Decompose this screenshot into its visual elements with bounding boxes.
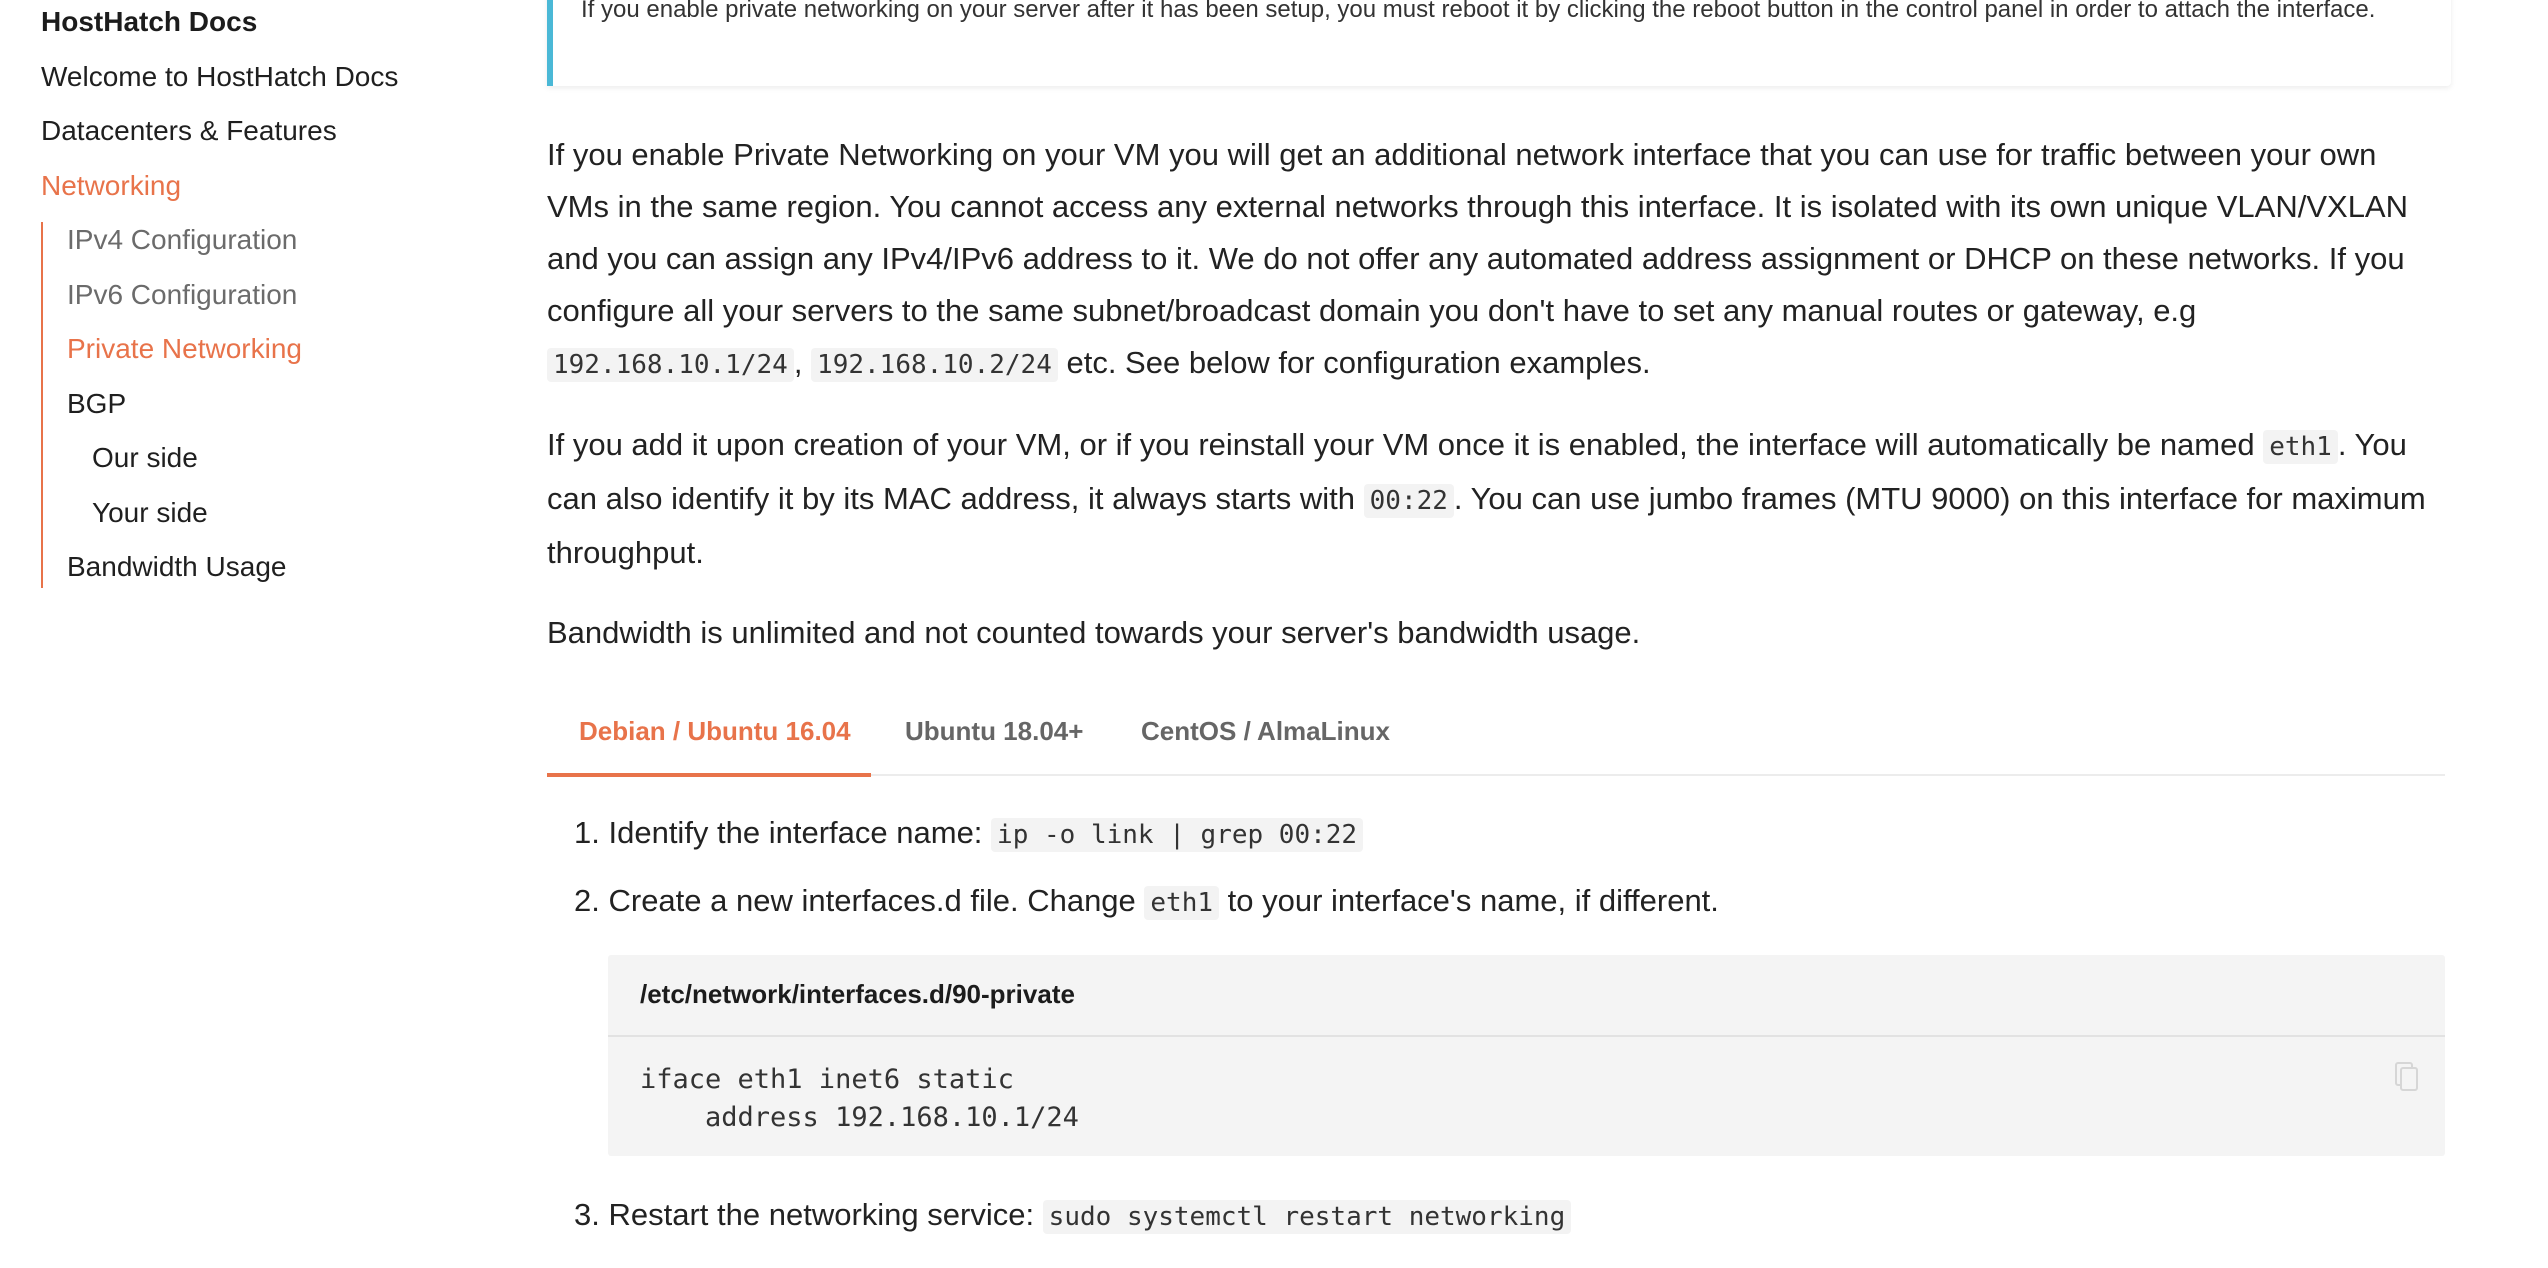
sidebar-item-welcome[interactable]: Welcome to HostHatch Docs	[41, 60, 398, 94]
sidebar-item-private-networking[interactable]: Private Networking	[67, 332, 302, 366]
inline-code: sudo systemctl restart networking	[1042, 1200, 1572, 1234]
step-number: 1.	[574, 815, 600, 850]
os-tabs: Debian / Ubuntu 16.04 Ubuntu 18.04+ Cent…	[547, 700, 2445, 777]
inline-code: eth1	[1144, 886, 1220, 920]
tab-debian-ubuntu-1604[interactable]: Debian / Ubuntu 16.04	[579, 716, 851, 747]
sidebar-section-indicator	[41, 222, 43, 588]
sidebar-item-our-side[interactable]: Our side	[92, 441, 198, 475]
text: etc. See below for configuration example…	[1057, 345, 1651, 380]
text: Identify the interface name:	[608, 815, 992, 850]
tab-centos-almalinux[interactable]: CentOS / AlmaLinux	[1141, 716, 1390, 747]
inline-code: 192.168.10.2/24	[811, 348, 1058, 382]
sidebar-item-bandwidth-usage[interactable]: Bandwidth Usage	[67, 550, 286, 584]
text: Restart the networking service:	[608, 1197, 1043, 1232]
step-2: 2. Create a new interfaces.d file. Chang…	[574, 875, 1719, 929]
step-number: 2.	[574, 883, 600, 918]
sidebar-item-networking[interactable]: Networking	[41, 169, 181, 203]
sidebar-title[interactable]: HostHatch Docs	[41, 6, 257, 38]
step-number: 3.	[574, 1197, 600, 1232]
sidebar-item-bgp[interactable]: BGP	[67, 387, 126, 421]
paragraph-interface-name: If you add it upon creation of your VM, …	[547, 419, 2447, 579]
sidebar-item-ipv6[interactable]: IPv6 Configuration	[67, 278, 297, 312]
text: Create a new interfaces.d file. Change	[608, 883, 1145, 918]
inline-code: 00:22	[1363, 484, 1454, 518]
text: If you enable Private Networking on your…	[547, 137, 2408, 328]
sidebar-item-datacenters[interactable]: Datacenters & Features	[41, 114, 337, 148]
copy-icon[interactable]	[2395, 1062, 2419, 1092]
tab-ubuntu-1804[interactable]: Ubuntu 18.04+	[905, 716, 1083, 747]
divider	[608, 1035, 2445, 1037]
inline-code: ip -o link | grep 00:22	[991, 818, 1364, 852]
step-3: 3. Restart the networking service: sudo …	[574, 1189, 1572, 1243]
sidebar-item-your-side[interactable]: Your side	[92, 496, 208, 530]
reboot-callout: If you enable private networking on your…	[547, 0, 2451, 86]
text: ,	[793, 345, 812, 380]
text: to your interface's name, if different.	[1219, 883, 1719, 918]
code-content[interactable]: iface eth1 inet6 static address 192.168.…	[640, 1061, 1079, 1137]
inline-code: 192.168.10.1/24	[547, 348, 794, 382]
code-filename: /etc/network/interfaces.d/90-private	[640, 979, 1075, 1009]
callout-text: If you enable private networking on your…	[581, 0, 2376, 23]
code-block: /etc/network/interfaces.d/90-private ifa…	[608, 955, 2445, 1156]
paragraph-bandwidth: Bandwidth is unlimited and not counted t…	[547, 615, 1641, 650]
paragraph-private-networking: If you enable Private Networking on your…	[547, 129, 2447, 391]
inline-code: eth1	[2263, 430, 2338, 464]
step-1: 1. Identify the interface name: ip -o li…	[574, 807, 1364, 861]
active-tab-indicator	[547, 773, 871, 777]
text: If you add it upon creation of your VM, …	[547, 427, 2264, 462]
sidebar-item-ipv4[interactable]: IPv4 Configuration	[67, 223, 297, 257]
